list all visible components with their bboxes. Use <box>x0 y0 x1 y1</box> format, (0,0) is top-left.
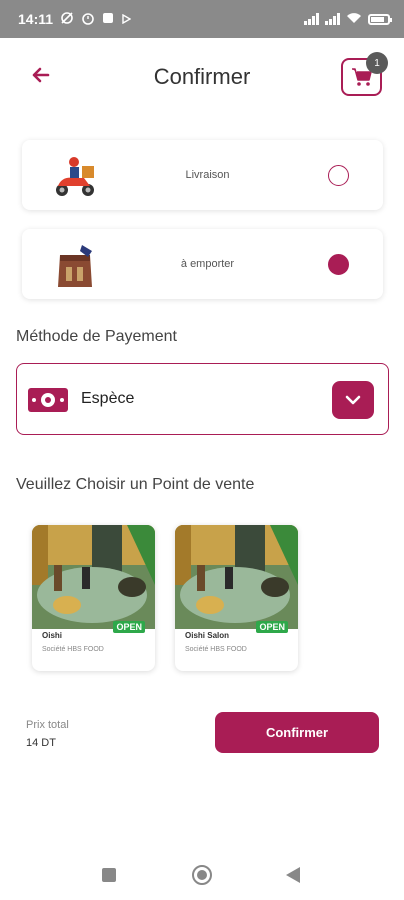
radio-livraison[interactable] <box>328 165 349 186</box>
chevron-down-icon <box>345 395 361 405</box>
home-icon[interactable] <box>192 865 212 885</box>
delivery-option-emporter[interactable]: à emporter <box>22 229 383 299</box>
open-status-badge: OPEN <box>113 621 145 633</box>
dropdown-toggle-button[interactable] <box>332 381 374 419</box>
store-photo <box>175 525 298 629</box>
open-status-badge: OPEN <box>256 621 288 633</box>
header: Confirmer 1 <box>0 38 404 118</box>
back-nav-icon[interactable] <box>286 867 300 883</box>
total-price-label: Prix total <box>26 719 69 731</box>
store-section-title: Veuillez Choisir un Point de vente <box>16 476 255 493</box>
alarm-icon <box>81 11 95 28</box>
store-name: Oishi <box>42 631 63 640</box>
payment-method-dropdown[interactable]: Espèce <box>16 363 389 435</box>
play-icon <box>121 11 132 27</box>
store-card-oishi-salon[interactable]: OPEN Oishi Salon Société HBS FOOD <box>175 525 298 671</box>
recent-apps-icon[interactable] <box>102 868 116 882</box>
system-nav-bar <box>0 850 404 900</box>
signal-icon <box>304 13 319 25</box>
notification-icon <box>102 11 114 27</box>
store-name: Oishi Salon <box>185 631 230 640</box>
payment-section-title: Méthode de Payement <box>16 328 177 345</box>
store-company: Société HBS FOOD <box>185 646 247 653</box>
sync-off-icon <box>60 11 74 28</box>
battery-icon <box>368 13 392 25</box>
total-price-value: 14 DT <box>26 737 56 749</box>
radio-emporter[interactable] <box>328 254 349 275</box>
status-time: 14:11 <box>18 11 54 27</box>
wifi-icon <box>346 11 362 27</box>
status-bar: 14:11 <box>0 0 404 38</box>
payment-method-value: Espèce <box>81 390 135 407</box>
confirm-button[interactable]: Confirmer <box>215 712 379 753</box>
cash-icon <box>28 388 68 412</box>
signal-icon-2 <box>325 13 340 25</box>
store-company: Société HBS FOOD <box>42 646 104 653</box>
store-photo <box>32 525 155 629</box>
delivery-option-livraison[interactable]: Livraison <box>22 140 383 210</box>
store-card-oishi[interactable]: OPEN Oishi Société HBS FOOD <box>32 525 155 671</box>
cart-count-badge: 1 <box>366 52 388 74</box>
